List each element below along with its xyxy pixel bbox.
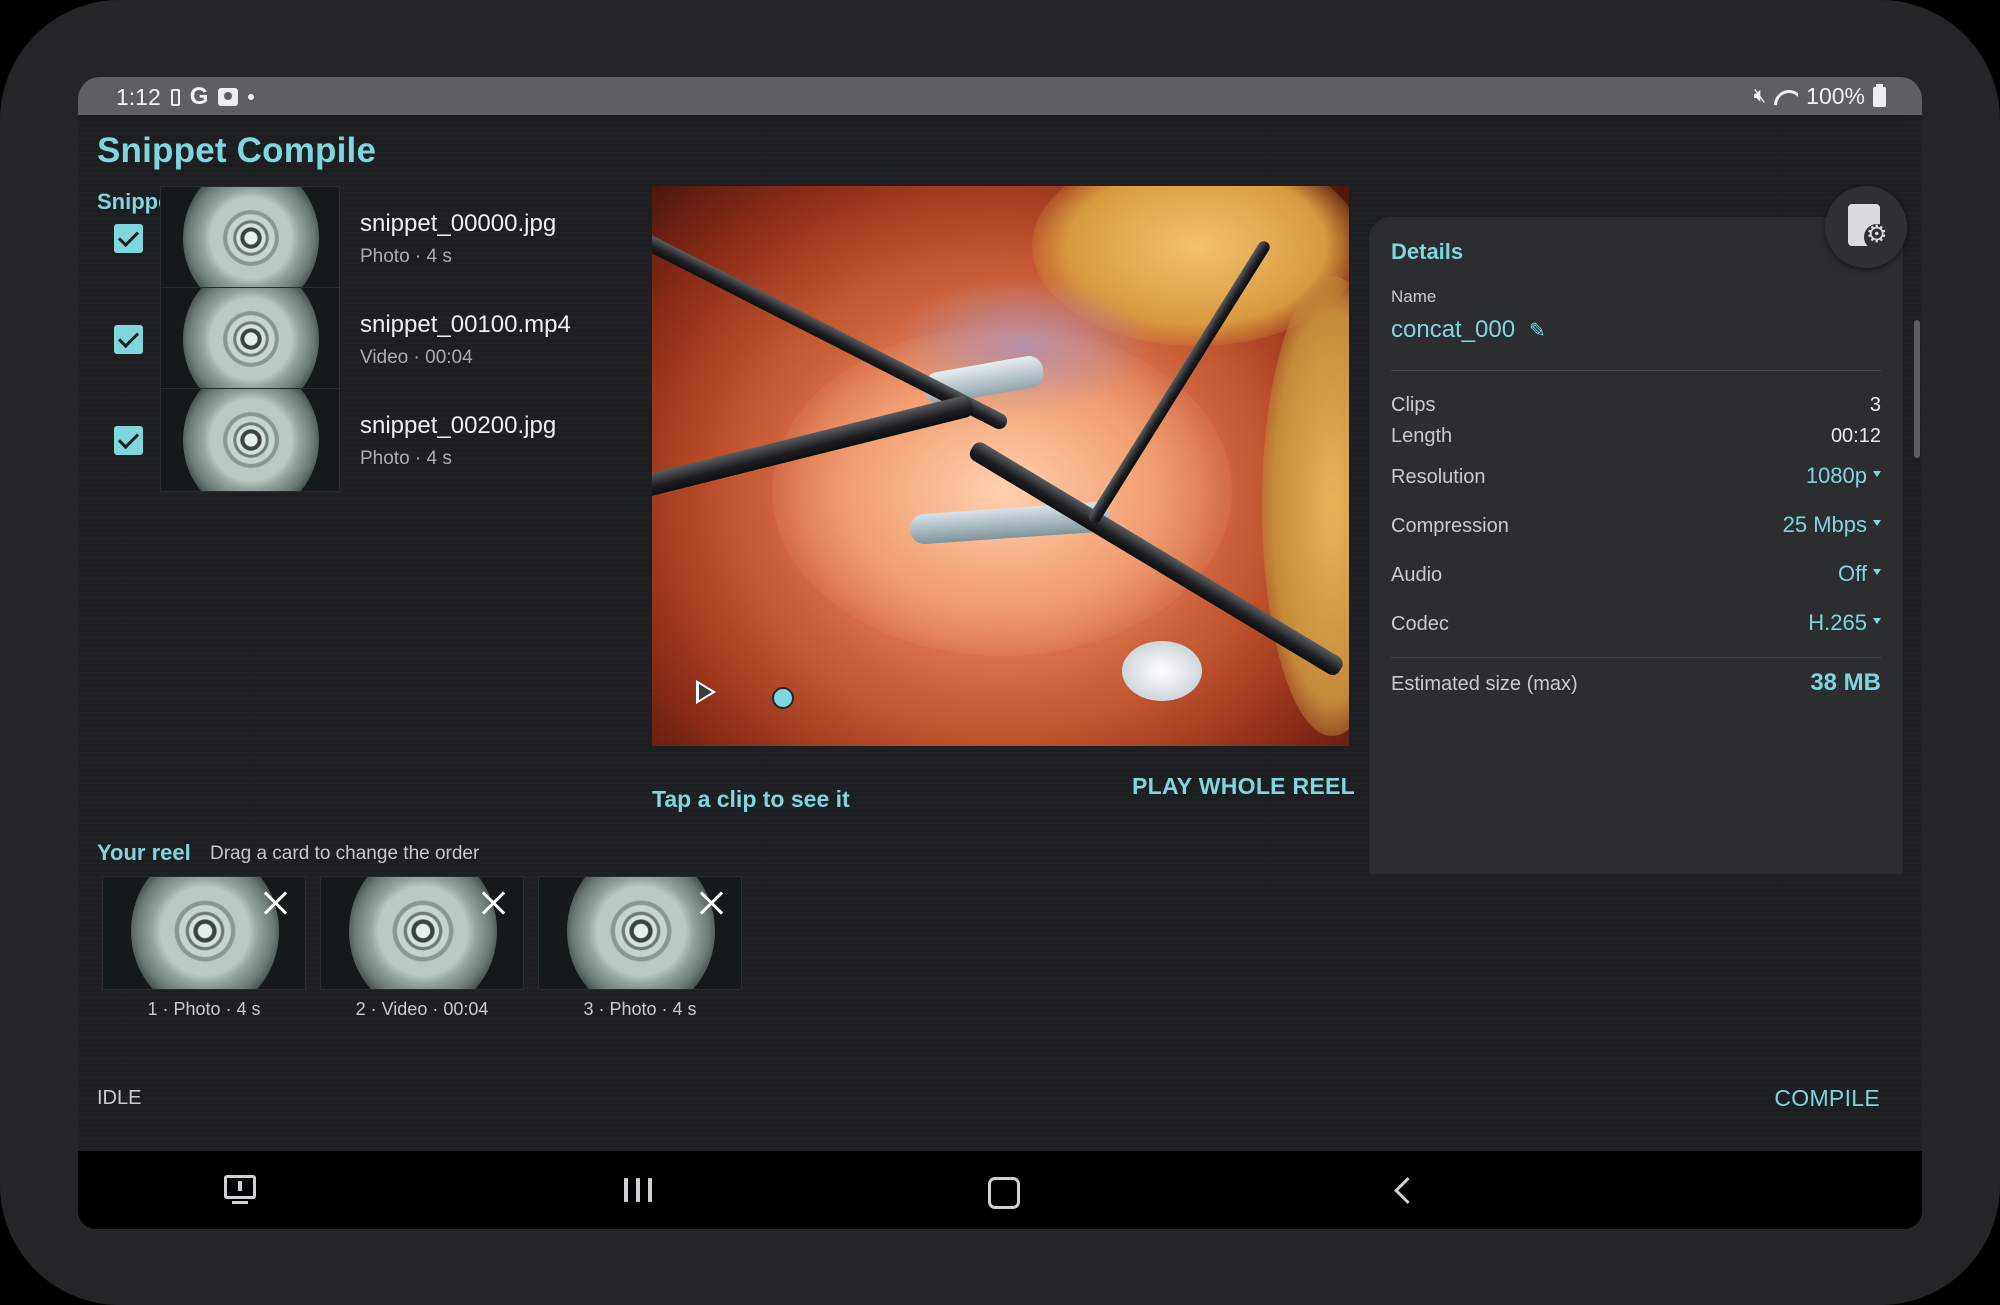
- snippet-item[interactable]: snippet_00100.mp4 Video · 00:04: [108, 287, 668, 391]
- codec-select[interactable]: H.265: [1808, 610, 1867, 636]
- estimated-size-value: 38 MB: [1810, 669, 1881, 696]
- snippet-name: snippet_00200.jpg: [360, 412, 557, 439]
- dot-icon: [248, 94, 255, 100]
- home-icon[interactable]: [962, 1151, 1042, 1229]
- lens-image: [183, 389, 319, 491]
- bar: [624, 1178, 628, 1202]
- wifi-icon: [1774, 88, 1798, 106]
- play-whole-reel-button[interactable]: PLAY WHOLE REEL: [1132, 773, 1355, 800]
- compression-row[interactable]: Compression 25 Mbps: [1391, 511, 1881, 543]
- preview-image-region: [1122, 641, 1202, 701]
- audio-label: Audio: [1391, 564, 1443, 586]
- name-label: Name: [1391, 287, 1437, 306]
- compression-label: Compression: [1391, 515, 1509, 537]
- screen-share-icon[interactable]: [200, 1151, 280, 1229]
- edit-pencil-icon[interactable]: ✎: [1529, 318, 1546, 342]
- clips-label: Clips: [1391, 394, 1436, 416]
- snippet-thumbnail[interactable]: [160, 287, 340, 391]
- status-bar: 1:12 G 🔇︎ 100%: [78, 77, 1922, 115]
- reel-card-caption: 3 · Photo · 4 s: [583, 999, 697, 1019]
- resolution-row[interactable]: Resolution 1080p: [1391, 462, 1881, 494]
- details-panel: Details Name concat_000 ✎ Clips 3 Length…: [1369, 217, 1903, 874]
- lens-image: [131, 877, 279, 989]
- google-icon: G: [189, 83, 209, 110]
- reel-title: Your reel: [97, 840, 191, 865]
- resolution-select[interactable]: 1080p: [1806, 463, 1867, 489]
- audio-row[interactable]: Audio Off: [1391, 560, 1881, 592]
- length-value: 00:12: [1830, 425, 1881, 447]
- battery-percent: 100%: [1806, 83, 1865, 109]
- lens-image: [183, 288, 319, 390]
- dropdown-caret-icon[interactable]: [1873, 569, 1881, 575]
- length-label: Length: [1391, 425, 1453, 447]
- lens-image: [183, 187, 319, 289]
- export-settings-button[interactable]: [1825, 186, 1907, 268]
- scrubber-handle[interactable]: [772, 687, 794, 709]
- video-preview[interactable]: [652, 186, 1349, 746]
- compression-select[interactable]: 25 Mbps: [1783, 512, 1867, 538]
- lens-image: [567, 877, 715, 989]
- resolution-label: Resolution: [1391, 466, 1486, 488]
- clips-row: Clips 3: [1391, 390, 1881, 422]
- name-value[interactable]: concat_000: [1391, 316, 1515, 344]
- reel-card-caption: 1 · Photo · 4 s: [147, 999, 261, 1019]
- close-icon[interactable]: [262, 890, 288, 916]
- clock: 1:12: [116, 83, 161, 110]
- page-title: Snippet Compile: [97, 131, 377, 170]
- monitor-stand: [232, 1201, 248, 1204]
- codec-label: Codec: [1391, 613, 1449, 635]
- snippet-item[interactable]: snippet_00200.jpg Photo · 4 s: [108, 388, 668, 492]
- compile-button[interactable]: COMPILE: [1774, 1085, 1880, 1112]
- codec-row[interactable]: Codec H.265: [1391, 609, 1881, 641]
- gear-icon: [1864, 220, 1890, 250]
- divider: [1391, 370, 1881, 371]
- details-title: Details: [1391, 239, 1464, 264]
- mute-icon: 🔇︎: [1753, 85, 1767, 107]
- snippet-thumbnail[interactable]: [160, 388, 340, 492]
- play-icon[interactable]: [696, 680, 716, 704]
- bar: [648, 1178, 652, 1202]
- divider: [1391, 657, 1881, 658]
- lens-image: [349, 877, 497, 989]
- tablet-frame: 1:12 G 🔇︎ 100% Snippet Compile Snippets …: [0, 0, 2000, 1305]
- dropdown-caret-icon[interactable]: [1873, 520, 1881, 526]
- bar: [636, 1178, 640, 1202]
- snippet-meta: Photo · 4 s: [360, 448, 452, 469]
- reel-card-caption: 2 · Video · 00:04: [355, 999, 489, 1019]
- audio-select[interactable]: Off: [1838, 561, 1867, 587]
- reel-card[interactable]: 3 · Photo · 4 s: [538, 876, 742, 1019]
- length-row: Length 00:12: [1391, 421, 1881, 453]
- snippet-meta: Photo · 4 s: [360, 246, 452, 267]
- snippet-checkbox[interactable]: [114, 325, 143, 354]
- dropdown-caret-icon[interactable]: [1873, 618, 1881, 624]
- monitor-pin: [238, 1181, 242, 1191]
- preview-hint: Tap a clip to see it: [652, 786, 850, 812]
- clips-value: 3: [1869, 394, 1881, 416]
- snippet-checkbox[interactable]: [114, 224, 143, 253]
- photo-icon: [218, 88, 239, 106]
- estimated-size-label: Estimated size (max): [1391, 673, 1578, 695]
- close-icon[interactable]: [698, 890, 724, 916]
- snippet-meta: Video · 00:04: [360, 347, 473, 368]
- screen: 1:12 G 🔇︎ 100% Snippet Compile Snippets …: [78, 77, 1922, 1229]
- reel-hint: Drag a card to change the order: [210, 843, 480, 864]
- snippet-thumbnail[interactable]: [160, 186, 340, 290]
- status-text: IDLE: [97, 1087, 142, 1109]
- estimated-size-row: Estimated size (max) 38 MB: [1391, 669, 1881, 701]
- battery-saver-icon: [170, 88, 180, 106]
- dropdown-caret-icon[interactable]: [1873, 471, 1881, 477]
- snippet-name: snippet_00000.jpg: [360, 210, 557, 237]
- reel-card[interactable]: 1 · Photo · 4 s: [102, 876, 306, 1019]
- snippet-name: snippet_00100.mp4: [360, 311, 571, 338]
- navigation-bar: [78, 1151, 1922, 1229]
- back-icon[interactable]: [1366, 1151, 1446, 1229]
- reel-card[interactable]: 2 · Video · 00:04: [320, 876, 524, 1019]
- snippet-checkbox[interactable]: [114, 426, 143, 455]
- close-icon[interactable]: [480, 890, 506, 916]
- scrollbar[interactable]: [1914, 320, 1920, 458]
- recent-apps-icon[interactable]: [598, 1151, 678, 1229]
- battery-icon: [1873, 83, 1886, 107]
- snippet-item[interactable]: snippet_00000.jpg Photo · 4 s: [108, 186, 668, 290]
